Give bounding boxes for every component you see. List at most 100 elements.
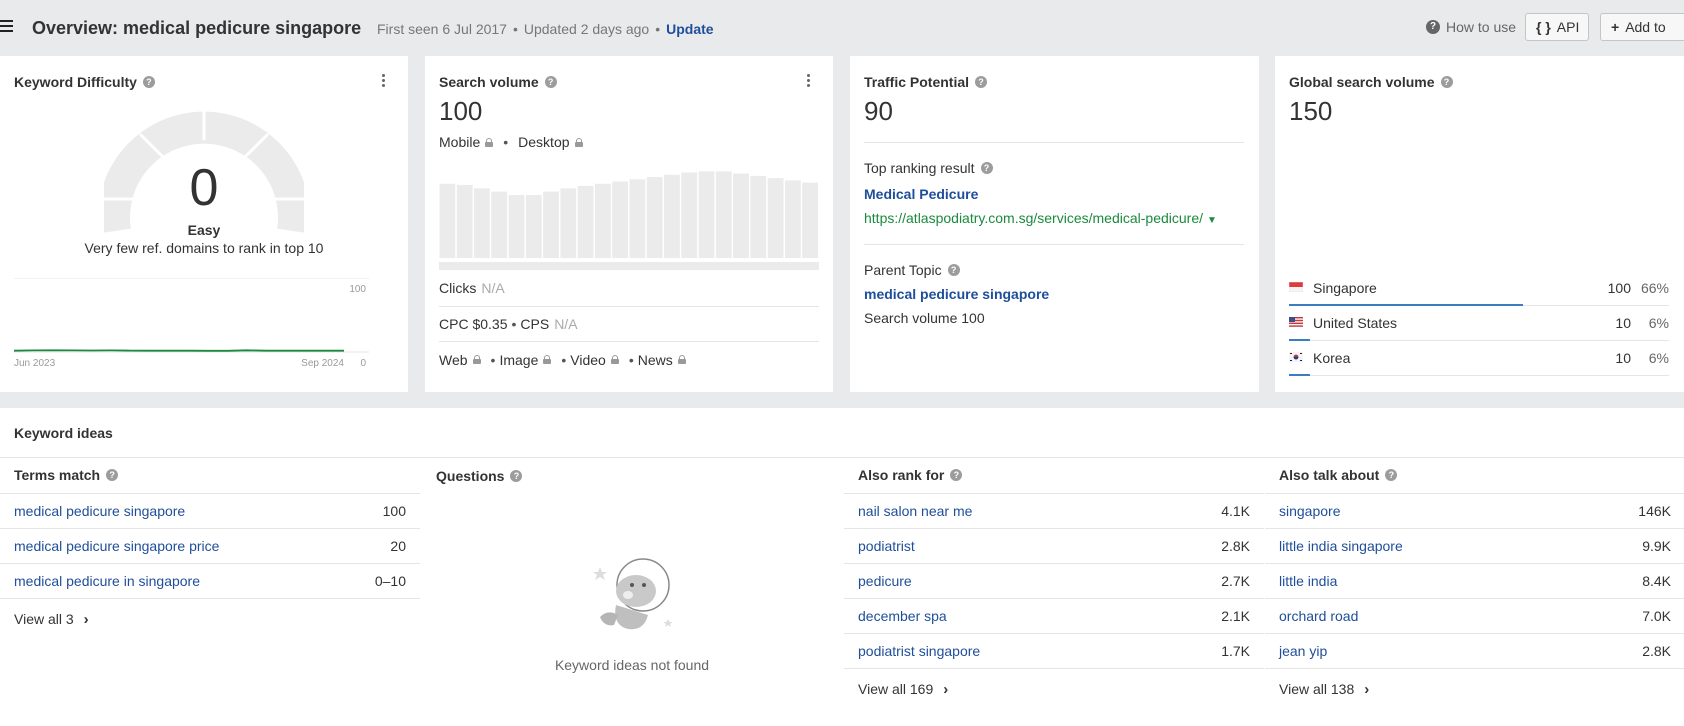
country-percent: 6% (1648, 315, 1669, 331)
volume-bar (595, 183, 611, 259)
help-icon[interactable]: ? (544, 76, 557, 88)
keyword-volume: 2.7K (1221, 573, 1250, 589)
list-item: medical pedicure singapore price 20 (0, 529, 420, 564)
help-icon[interactable]: ? (142, 76, 155, 88)
keyword-link[interactable]: podiatrist (858, 538, 915, 554)
view-all-link[interactable]: View all 169 › (844, 669, 1264, 709)
help-icon[interactable]: ? (975, 76, 988, 88)
empty-state-message: Keyword ideas not found (554, 657, 710, 673)
volume-bar (750, 175, 767, 258)
keyword-link[interactable]: little india singapore (1279, 538, 1403, 554)
x-tick-label: Sep 2024 (301, 358, 344, 368)
keyword-link[interactable]: december spa (858, 608, 947, 624)
flag-us-icon (1289, 317, 1303, 327)
view-all-label: View all 138 (1279, 681, 1355, 697)
keyword-volume: 2.8K (1221, 538, 1250, 554)
caret-down-icon[interactable]: ▼ (1207, 215, 1217, 226)
add-to-label: Add to (1625, 19, 1666, 35)
keyword-link[interactable]: singapore (1279, 503, 1341, 519)
keyword-link[interactable]: jean yip (1279, 643, 1327, 659)
list-item: jean yip 2.8K (1265, 634, 1684, 669)
help-icon[interactable]: ? (947, 264, 960, 276)
serp-features-row: Web • Image • Video • News (439, 341, 819, 377)
keyword-volume: 8.4K (1642, 573, 1671, 589)
separator-dot: • (512, 21, 518, 37)
country-row[interactable]: Korea 10 6% (1289, 341, 1669, 376)
keyword-link[interactable]: medical pedicure in singapore (14, 573, 200, 589)
kd-history-chart: Jun 2023 Sep 2024 100 0 (14, 278, 369, 368)
view-all-link[interactable]: View all 138 › (1265, 669, 1684, 709)
view-all-link[interactable]: View all 3 › (0, 599, 420, 639)
keyword-volume: 100 (382, 503, 406, 519)
country-row[interactable]: Singapore 100 66% (1289, 271, 1669, 306)
how-to-use-label: How to use (1446, 19, 1517, 35)
volume-bar (681, 172, 698, 258)
how-to-use-link[interactable]: ? How to use (1426, 19, 1516, 35)
empty-state-astronaut-icon (593, 558, 673, 630)
keyword-link[interactable]: medical pedicure singapore price (14, 538, 219, 554)
help-icon[interactable]: ? (1440, 76, 1453, 88)
keyword-link[interactable]: podiatrist singapore (858, 643, 980, 659)
menu-icon[interactable] (0, 20, 14, 34)
web-label: Web (439, 351, 468, 368)
device-split: Mobile • Desktop (439, 134, 589, 150)
chevron-right-icon: › (83, 610, 89, 628)
volume-bar (646, 177, 663, 258)
parent-topic-label: Parent Topic (864, 262, 942, 278)
parent-topic-volume: Search volume 100 (864, 310, 985, 326)
list-item: december spa 2.1K (844, 599, 1264, 634)
keyword-link[interactable]: nail salon near me (858, 503, 972, 519)
list-item: medical pedicure in singapore 0–10 (0, 564, 420, 599)
gs-value: 150 (1289, 96, 1333, 126)
help-icon[interactable]: ? (1385, 469, 1398, 481)
country-volume: 10 (1615, 350, 1631, 366)
help-icon[interactable]: ? (510, 469, 523, 482)
top-ranking-title-link[interactable]: Medical Pedicure (864, 186, 978, 202)
help-icon[interactable]: ? (950, 469, 963, 481)
keyword-link[interactable]: orchard road (1279, 608, 1358, 624)
list-item: nail salon near me 4.1K (844, 494, 1264, 529)
volume-bar (733, 173, 749, 258)
top-ranking-url-row[interactable]: https://atlaspodiatry.com.sg/services/me… (864, 210, 1217, 226)
volume-bar (715, 171, 732, 258)
x-tick-label: Jun 2023 (14, 358, 56, 368)
update-link[interactable]: Update (666, 21, 713, 37)
also-rank-for-header: Also rank for (858, 467, 945, 483)
search-volume-card: Search volume? 100 Mobile • Desktop Clicks… (425, 56, 833, 392)
top-ranking-url[interactable]: https://atlaspodiatry.com.sg/services/me… (864, 210, 1203, 226)
keyword-link[interactable]: pedicure (858, 573, 912, 589)
volume-bar (612, 181, 628, 258)
keyword-link[interactable]: medical pedicure singapore (14, 503, 185, 519)
page-header: Overview: medical pedicure singapore Fir… (0, 0, 1684, 56)
questions-header: Questions (436, 467, 505, 484)
keyword-volume: 2.1K (1221, 608, 1250, 624)
volume-bar (698, 171, 715, 258)
flag-kr-icon (1289, 352, 1303, 362)
volume-bar (543, 191, 559, 258)
country-row[interactable]: United States 10 6% (1289, 306, 1669, 341)
country-name: Korea (1313, 350, 1351, 366)
column-header: Questions? (422, 457, 842, 494)
cpc-row: CPC $0.35 • CPS N/A (439, 306, 819, 341)
card-title: Search volume? (439, 74, 557, 90)
page-meta: First seen 6 Jul 2017 • Updated 2 days ago… (377, 21, 714, 37)
questions-column: Questions? (422, 457, 842, 494)
lock-icon (485, 137, 494, 147)
help-icon[interactable]: ? (106, 469, 119, 481)
list-item: podiatrist 2.8K (844, 529, 1264, 564)
api-button[interactable]: { } API (1525, 13, 1589, 41)
more-options-icon[interactable] (382, 74, 386, 88)
keyword-link[interactable]: little india (1279, 573, 1337, 589)
volume-bar (577, 186, 594, 258)
list-item: pedicure 2.7K (844, 564, 1264, 599)
mobile-label: Mobile (439, 134, 481, 150)
volume-bar (439, 183, 456, 259)
more-options-icon[interactable] (807, 74, 811, 88)
cpc-value: CPC $0.35 (439, 316, 508, 332)
tp-value: 90 (864, 96, 893, 126)
add-to-button[interactable]: + Add to (1600, 13, 1684, 41)
list-item: little india singapore 9.9K (1265, 529, 1684, 564)
help-icon[interactable]: ? (980, 162, 993, 174)
parent-topic-link[interactable]: medical pedicure singapore (864, 286, 1049, 302)
country-percent: 66% (1640, 280, 1669, 296)
